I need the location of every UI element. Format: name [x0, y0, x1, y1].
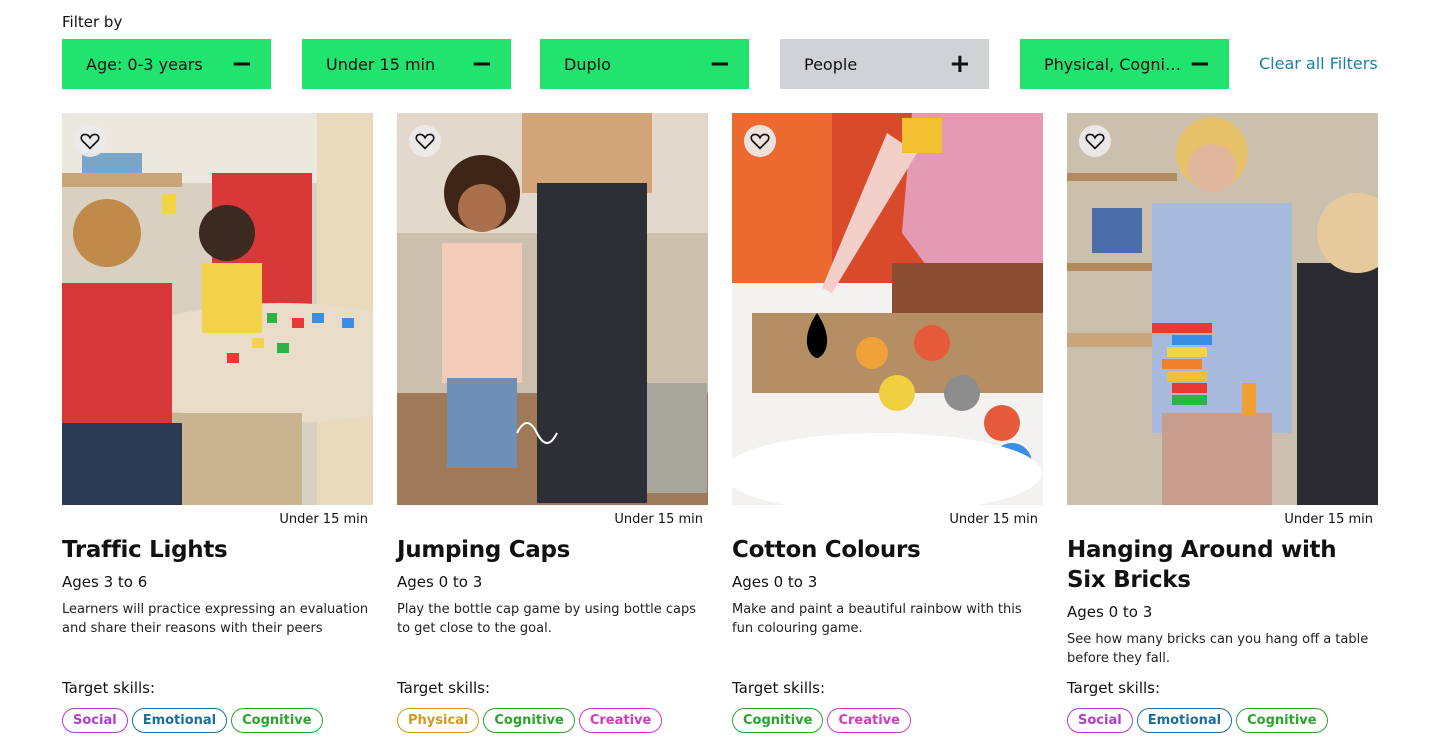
skill-tag-cognitive: Cognitive: [1236, 708, 1328, 733]
activity-description: See how many bricks can you hang off a t…: [1067, 632, 1369, 666]
filter-chip-label: People: [804, 54, 858, 74]
activity-title[interactable]: Cotton Colours: [732, 535, 1043, 565]
skill-tags: Cognitive Creative: [732, 708, 911, 733]
filter-chip-people[interactable]: People +: [780, 39, 989, 89]
activity-card[interactable]: Under 15 min Cotton Colours Ages 0 to 3 …: [732, 113, 1043, 733]
skill-tags: Social Emotional Cognitive: [62, 708, 323, 733]
target-skills-label: Target skills:: [62, 679, 156, 697]
skill-tag-emotional: Emotional: [1136, 708, 1233, 733]
activity-image[interactable]: [62, 113, 373, 505]
activity-duration: Under 15 min: [614, 512, 703, 527]
activity-ages: Ages 3 to 6: [62, 573, 148, 591]
activity-description: Learners will practice expressing an eva…: [62, 602, 369, 636]
activity-card[interactable]: Under 15 min Jumping Caps Ages 0 to 3 Pl…: [397, 113, 708, 733]
filter-chip-product[interactable]: Duplo −: [540, 39, 749, 89]
activity-ages: Ages 0 to 3: [397, 573, 483, 591]
filter-chip-skills[interactable]: Physical, Cogniti... −: [1020, 39, 1229, 89]
favorite-heart-icon[interactable]: [409, 125, 441, 157]
activity-title[interactable]: Jumping Caps: [397, 535, 708, 565]
activity-description: Play the bottle cap game by using bottle…: [397, 602, 696, 636]
target-skills-label: Target skills:: [732, 679, 826, 697]
skill-tags: Physical Cognitive Creative: [397, 708, 663, 733]
clear-all-filters-link[interactable]: Clear all Filters: [1259, 54, 1378, 73]
skill-tag-physical: Physical: [397, 708, 480, 733]
filter-title: Filter by: [62, 13, 123, 31]
activity-card[interactable]: Under 15 min Hanging Around with Six Bri…: [1067, 113, 1378, 733]
minus-icon[interactable]: −: [471, 51, 493, 77]
minus-icon[interactable]: −: [231, 51, 253, 77]
skill-tag-cognitive: Cognitive: [732, 708, 824, 733]
activity-description: Make and paint a beautiful rainbow with …: [732, 602, 1022, 636]
filter-chip-label: Age: 0-3 years: [86, 54, 203, 74]
minus-icon[interactable]: −: [1189, 51, 1211, 77]
activity-duration: Under 15 min: [949, 512, 1038, 527]
activity-title[interactable]: Traffic Lights: [62, 535, 373, 565]
activity-image[interactable]: [397, 113, 708, 505]
filter-chip-age[interactable]: Age: 0-3 years −: [62, 39, 271, 89]
activity-duration: Under 15 min: [279, 512, 368, 527]
activity-image[interactable]: [732, 113, 1043, 505]
skill-tag-emotional: Emotional: [131, 708, 228, 733]
activity-ages: Ages 0 to 3: [732, 573, 818, 591]
activity-ages: Ages 0 to 3: [1067, 603, 1153, 621]
filter-chip-label: Under 15 min: [326, 54, 436, 74]
skill-tag-creative: Creative: [827, 708, 911, 733]
activity-duration: Under 15 min: [1284, 512, 1373, 527]
favorite-heart-icon[interactable]: [744, 125, 776, 157]
skill-tag-social: Social: [62, 708, 128, 733]
filter-chip-label: Duplo: [564, 54, 611, 74]
activity-card[interactable]: Under 15 min Traffic Lights Ages 3 to 6 …: [62, 113, 373, 733]
skill-tag-creative: Creative: [578, 708, 663, 733]
filter-chip-duration[interactable]: Under 15 min −: [302, 39, 511, 89]
skill-tag-social: Social: [1067, 708, 1133, 733]
minus-icon[interactable]: −: [709, 51, 731, 77]
plus-icon[interactable]: +: [949, 51, 971, 77]
favorite-heart-icon[interactable]: [1079, 125, 1111, 157]
target-skills-label: Target skills:: [1067, 679, 1161, 697]
activity-title[interactable]: Hanging Around with Six Bricks: [1067, 535, 1378, 595]
skill-tag-cognitive: Cognitive: [231, 708, 323, 733]
target-skills-label: Target skills:: [397, 679, 491, 697]
filter-chip-label: Physical, Cogniti...: [1044, 54, 1184, 74]
activity-image[interactable]: [1067, 113, 1378, 505]
skill-tags: Social Emotional Cognitive: [1067, 708, 1328, 733]
skill-tag-cognitive: Cognitive: [483, 708, 575, 733]
favorite-heart-icon[interactable]: [74, 125, 106, 157]
